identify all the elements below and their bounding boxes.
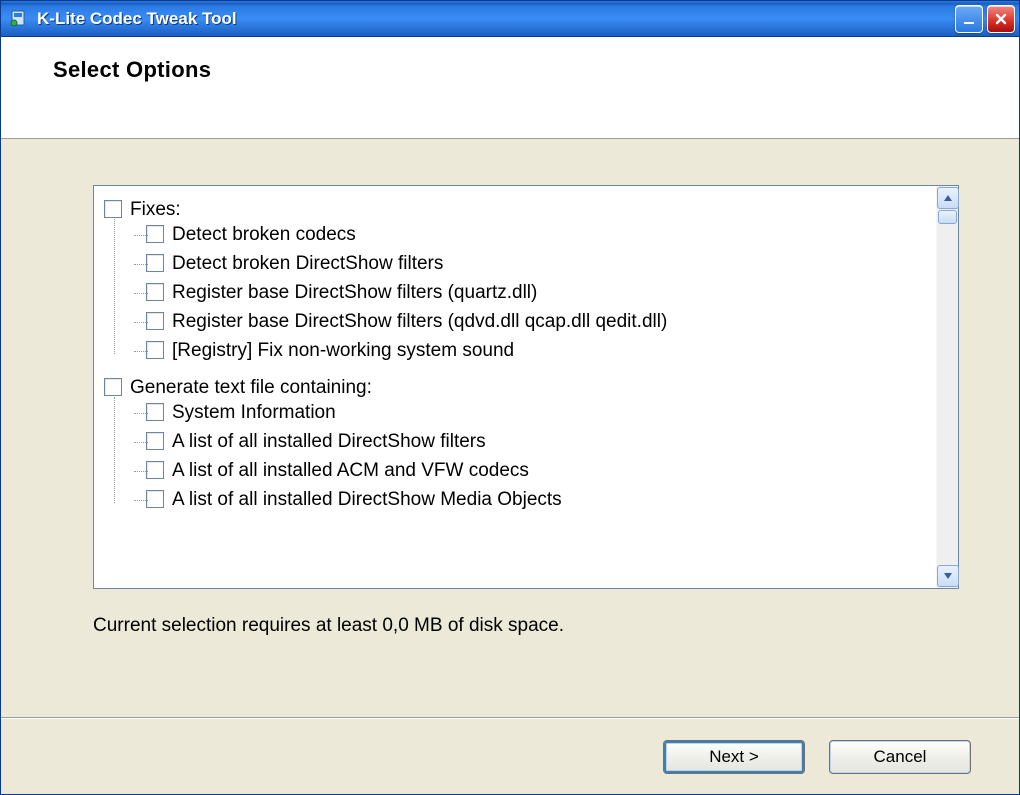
footer: Next > Cancel — [1, 718, 1019, 794]
checkbox[interactable] — [146, 432, 164, 450]
option-item[interactable]: [Registry] Fix non-working system sound — [124, 335, 932, 364]
checkbox[interactable] — [146, 341, 164, 359]
checkbox[interactable] — [146, 312, 164, 330]
option-item-label: [Registry] Fix non-working system sound — [172, 339, 514, 360]
scroll-down-button[interactable] — [937, 565, 959, 587]
option-item[interactable]: Register base DirectShow filters (qdvd.d… — [124, 306, 932, 335]
option-group-label: Fixes: — [130, 198, 181, 219]
page-title: Select Options — [53, 57, 979, 83]
minimize-button[interactable] — [955, 5, 983, 33]
scroll-up-button[interactable] — [937, 187, 959, 209]
option-item-label: Register base DirectShow filters (qdvd.d… — [172, 310, 667, 331]
window: K-Lite Codec Tweak Tool Select Options F… — [0, 0, 1020, 795]
options-listbox: Fixes: Detect broken codecs Detect broken … — [93, 185, 959, 589]
option-group-label: Generate text file containing: — [130, 376, 372, 397]
checkbox[interactable] — [104, 200, 122, 218]
cancel-button[interactable]: Cancel — [829, 740, 971, 774]
option-item[interactable]: A list of all installed ACM and VFW code… — [124, 455, 932, 484]
option-item[interactable]: A list of all installed DirectShow filte… — [124, 426, 932, 455]
scrollbar[interactable] — [936, 186, 958, 588]
checkbox[interactable] — [146, 225, 164, 243]
option-item[interactable]: Register base DirectShow filters (quartz… — [124, 277, 932, 306]
close-button[interactable] — [987, 5, 1015, 33]
checkbox[interactable] — [146, 461, 164, 479]
page-body: Fixes: Detect broken codecs Detect broken … — [1, 139, 1019, 718]
status-text: Current selection requires at least 0,0 … — [93, 615, 959, 637]
option-item-label: A list of all installed DirectShow filte… — [172, 430, 486, 451]
option-group: Fixes: Detect broken codecs Detect broken … — [104, 194, 932, 372]
option-item-label: System Information — [172, 401, 336, 422]
checkbox[interactable] — [146, 490, 164, 508]
option-item-label: Register base DirectShow filters (quartz… — [172, 281, 537, 302]
option-group: Generate text file containing: System Inf… — [104, 372, 932, 521]
checkbox[interactable] — [146, 254, 164, 272]
next-button[interactable]: Next > — [663, 740, 805, 774]
checkbox[interactable] — [104, 378, 122, 396]
options-tree: Fixes: Detect broken codecs Detect broken … — [98, 188, 932, 521]
option-item[interactable]: System Information — [124, 397, 932, 426]
scroll-thumb[interactable] — [938, 210, 957, 224]
option-group-header[interactable]: Fixes: — [104, 198, 932, 219]
option-item-label: A list of all installed DirectShow Media… — [172, 488, 562, 509]
page-header: Select Options — [1, 37, 1019, 139]
option-item[interactable]: A list of all installed DirectShow Media… — [124, 484, 932, 513]
option-item[interactable]: Detect broken DirectShow filters — [124, 248, 932, 277]
option-item[interactable]: Detect broken codecs — [124, 219, 932, 248]
option-item-label: Detect broken codecs — [172, 223, 356, 244]
scroll-track[interactable] — [937, 210, 958, 564]
checkbox[interactable] — [146, 403, 164, 421]
app-icon — [7, 8, 29, 30]
titlebar[interactable]: K-Lite Codec Tweak Tool — [1, 1, 1019, 37]
option-item-label: A list of all installed ACM and VFW code… — [172, 459, 529, 480]
checkbox[interactable] — [146, 283, 164, 301]
window-title: K-Lite Codec Tweak Tool — [37, 9, 237, 29]
option-group-header[interactable]: Generate text file containing: — [104, 376, 932, 397]
option-item-label: Detect broken DirectShow filters — [172, 252, 443, 273]
